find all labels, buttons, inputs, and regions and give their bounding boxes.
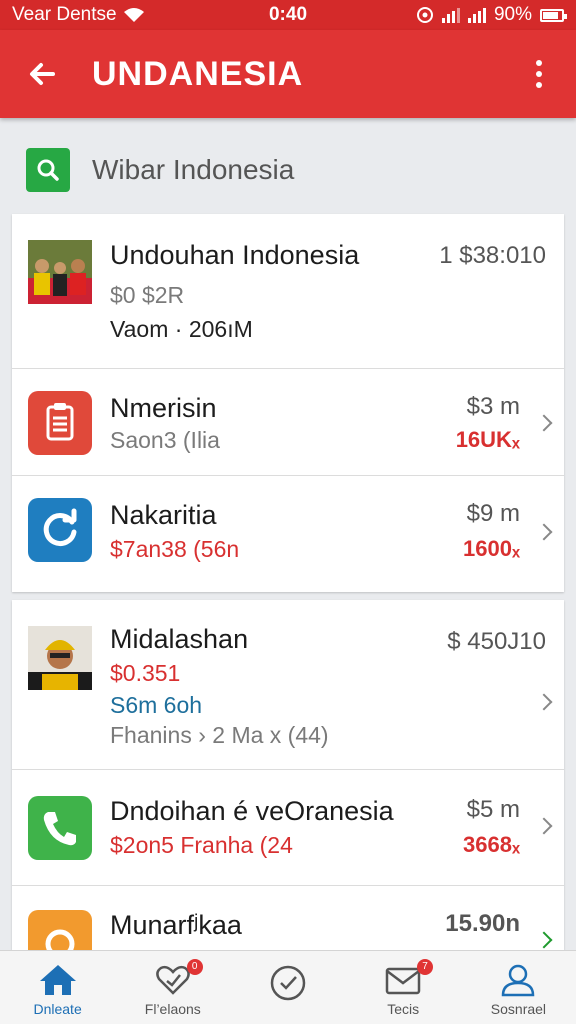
list-item[interactable]: Nmerisin Saon3 (Ilia $3 m 16UKₓ [12, 369, 564, 476]
nav-label: Fl’elaons [144, 1001, 201, 1017]
chevron-right-icon [535, 931, 553, 949]
phone-icon [28, 796, 92, 860]
list-item[interactable]: Dndoihan é veOranesia $2on5 Franha (24 $… [12, 770, 564, 886]
item-change: 3668ₓ [463, 832, 520, 857]
item-change: 16UKₓ [455, 427, 520, 452]
nav-check[interactable] [230, 951, 345, 1024]
search-bar[interactable]: Wibar Indonesia [12, 136, 564, 204]
check-circle-icon [270, 965, 306, 1001]
list-card-2: Midalashan $0.351 S6m 6oh Fhanins › 2 Ma… [12, 600, 564, 950]
network-icon [441, 7, 460, 23]
item-name: Midalashan [110, 624, 249, 654]
item-change: 1600ₓ [463, 536, 520, 561]
clipboard-icon [28, 391, 92, 455]
item-name: Undouhan Indonesia [110, 240, 360, 270]
wifi-icon [123, 8, 144, 22]
item-name: Nmerisin [110, 393, 217, 423]
item-meta: Vaom · 206ıM [110, 316, 253, 342]
item-name: Dndoihan é veOranesia [110, 796, 394, 826]
chevron-right-icon [535, 693, 553, 711]
item-price: $9 m [466, 500, 520, 527]
chevron-right-icon [535, 414, 553, 432]
camera-icon [28, 910, 92, 950]
notification-badge: 7 [417, 959, 434, 975]
list-card-1: Undouhan Indonesia $0 $2R Vaom · 206ıM 1… [12, 214, 564, 592]
notification-badge: 0 [186, 959, 203, 975]
item-detail: $2on5 Franha (24 [110, 832, 293, 858]
item-name: Munarfʲkaa [110, 910, 242, 940]
nav-label: Dnleate [33, 1001, 82, 1017]
item-detail: $0.351 [110, 660, 181, 686]
item-price: 1 $38:010 [439, 242, 546, 269]
home-icon [39, 965, 76, 995]
item-name: Nakaritia [110, 500, 217, 530]
nav-home[interactable]: Dnleate [0, 951, 115, 1024]
status-time: 0:40 [268, 4, 308, 25]
item-detail: $7an38 (56n [110, 536, 240, 562]
item-price: 15.90n [445, 910, 520, 937]
search-text: Wibar Indonesia [92, 154, 295, 185]
nav-label: Tecis [387, 1001, 420, 1017]
more-dot-icon [536, 71, 542, 77]
status-bar: Vear Dentse 0:40 90% [0, 0, 576, 30]
item-price: $ 450J10 [447, 628, 546, 655]
nav-messages[interactable]: 7 Tecis [346, 951, 461, 1024]
item-meta: S6m 6oh [110, 692, 203, 718]
item-detail: Saon3 (Ilia [110, 427, 220, 453]
carrier-group: Vear Dentse [12, 4, 145, 26]
item-price: $3 m [466, 393, 520, 420]
carrier-name: Vear Dentse [12, 4, 117, 25]
nav-label: Sosnrael [490, 1001, 547, 1017]
search-icon [26, 148, 70, 192]
profile-icon [502, 964, 535, 997]
list-item[interactable]: Nakaritia $7an38 (56n $9 m 1600ₓ [12, 476, 564, 592]
nav-profile[interactable]: Sosnrael [461, 951, 576, 1024]
app-bar: UNDANESIA [0, 30, 576, 118]
back-button[interactable] [22, 54, 62, 94]
item-extra: Fhanins › 2 Ma x (44) [110, 722, 329, 748]
more-dot-icon [536, 82, 542, 88]
nav-favorites[interactable]: 0 Fl’elaons [115, 951, 230, 1024]
refresh-icon [28, 498, 92, 562]
chevron-right-icon [535, 523, 553, 541]
list-item[interactable]: Midalashan $0.351 S6m 6oh Fhanins › 2 Ma… [12, 600, 564, 770]
photo-thumbnail [28, 240, 92, 304]
arrow-left-icon [30, 63, 55, 85]
more-options-button[interactable] [524, 52, 554, 96]
bottom-navigation: Dnleate 0 Fl’elaons 7 Tecis Sosnrael [0, 950, 576, 1024]
status-right-group: 90% [416, 4, 567, 26]
item-price: $5 m [466, 796, 520, 823]
chevron-right-icon [535, 817, 553, 835]
signal-icon [467, 7, 486, 23]
more-dot-icon [536, 60, 542, 66]
list-item[interactable]: Munarfʲkaa 15.90n [12, 886, 564, 950]
avatar-thumbnail [28, 626, 92, 690]
page-title: UNDANESIA [92, 54, 304, 93]
alarm-icon [416, 7, 433, 23]
item-detail: $0 $2R [110, 282, 185, 308]
battery-percent: 90% [493, 4, 532, 25]
list-item[interactable]: Undouhan Indonesia $0 $2R Vaom · 206ıM 1… [12, 214, 564, 369]
battery-icon [540, 8, 567, 22]
